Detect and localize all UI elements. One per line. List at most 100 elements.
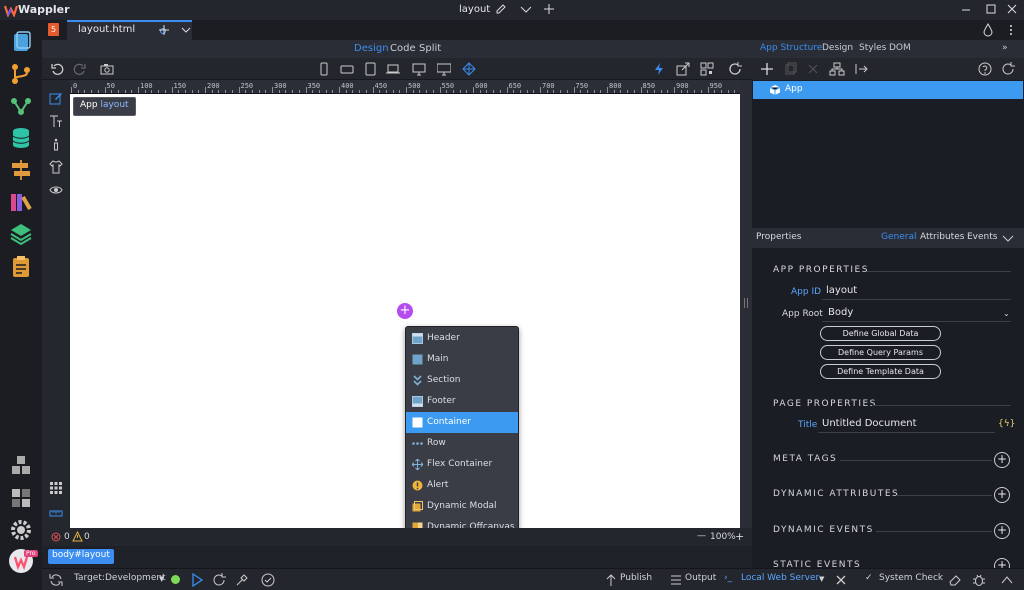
tools-icon[interactable] [235, 573, 249, 587]
project-icon[interactable] [8, 485, 34, 511]
dynamic-data-picker-icon[interactable]: {ϟ} [998, 419, 1015, 429]
warning-count[interactable]: 0 [84, 532, 90, 542]
define-query-params-button[interactable]: Define Query Params [820, 345, 941, 360]
tabs-dropdown-icon[interactable] [179, 23, 193, 37]
menu-item-row[interactable]: Row [406, 433, 518, 454]
prop-tab-general[interactable]: General [881, 232, 916, 242]
maximize-icon[interactable] [984, 2, 1000, 18]
target-select[interactable]: Development [105, 573, 166, 583]
grid-view-icon[interactable] [49, 481, 63, 495]
prop-tab-events[interactable]: Events [967, 232, 997, 242]
copy-icon[interactable] [783, 62, 797, 76]
screenshot-camera-icon[interactable] [100, 62, 114, 76]
layers-icon[interactable] [8, 221, 34, 247]
app-id-field[interactable]: layout [826, 285, 857, 296]
check-circle-icon[interactable] [261, 573, 275, 587]
assets-icon[interactable] [8, 189, 34, 215]
menu-item-flex-container[interactable]: Flex Container [406, 454, 518, 475]
tab-dom[interactable]: DOM [889, 43, 911, 53]
tab-styles[interactable]: Styles [859, 43, 886, 53]
menu-item-dynamic-modal[interactable]: Dynamic Modal [406, 496, 518, 517]
dynamic-events-heading[interactable]: DYNAMIC EVENTS [773, 525, 874, 535]
panel-expand-icon[interactable]: » [1002, 43, 1008, 53]
system-check-button[interactable]: System Check [879, 573, 943, 583]
minimize-icon[interactable] [959, 2, 975, 18]
terminal-icon[interactable]: ›_ [724, 573, 732, 583]
add-static-event-button[interactable]: + [994, 558, 1010, 568]
menu-item-alert[interactable]: Alert [406, 475, 518, 496]
eraser-icon[interactable] [948, 573, 962, 587]
output-button[interactable]: Output [685, 573, 716, 583]
menu-item-section[interactable]: Section [406, 370, 518, 391]
new-tab-icon[interactable] [157, 23, 171, 37]
error-count[interactable]: 0 [64, 532, 70, 542]
color-drop-icon[interactable] [981, 23, 995, 37]
laptop-icon[interactable] [386, 62, 400, 76]
menu-item-footer[interactable]: Footer [406, 391, 518, 412]
zoom-in-button[interactable]: + [735, 530, 744, 543]
local-server-select[interactable]: Local Web Server [741, 573, 819, 583]
sync-icon[interactable] [49, 573, 63, 587]
preview-eye-icon[interactable] [49, 183, 63, 197]
refresh-structure-icon[interactable] [1001, 62, 1015, 76]
lightning-icon[interactable] [652, 62, 666, 76]
chevron-down-icon[interactable] [519, 2, 535, 18]
structure-tree-icon[interactable] [829, 62, 845, 76]
add-meta-tag-button[interactable]: + [994, 452, 1010, 468]
clipboard-icon[interactable] [8, 253, 34, 279]
tab-app-structure[interactable]: App Structure [760, 43, 822, 53]
mode-design[interactable]: Design [354, 43, 389, 54]
help-icon[interactable] [978, 62, 992, 76]
info-icon[interactable] [49, 137, 63, 151]
mode-split[interactable]: Split [419, 43, 441, 54]
title-field[interactable]: Untitled Document [822, 418, 917, 429]
collapse-chevron-icon[interactable] [1002, 232, 1014, 244]
mode-code[interactable]: Code [390, 43, 416, 54]
add-dynamic-event-button[interactable]: + [994, 523, 1010, 539]
routing-icon[interactable] [8, 157, 34, 183]
meta-tags-heading[interactable]: META TAGS [773, 454, 837, 464]
desktop-icon[interactable] [412, 62, 426, 76]
settings-gear-icon[interactable] [8, 517, 34, 543]
delete-icon[interactable] [806, 62, 820, 76]
fit-viewport-icon[interactable] [462, 62, 476, 76]
publish-arrow-icon[interactable] [605, 573, 617, 587]
add-element-icon[interactable] [760, 62, 774, 76]
qr-code-icon[interactable] [700, 62, 714, 76]
output-list-icon[interactable] [670, 574, 682, 586]
server-caret-icon[interactable]: ▼ [819, 575, 824, 583]
tablet-icon[interactable] [363, 62, 377, 76]
edit-icon[interactable] [494, 2, 510, 18]
add-dynamic-attribute-button[interactable]: + [994, 487, 1010, 503]
restart-icon[interactable] [212, 573, 226, 587]
app-root-select[interactable]: Body [828, 307, 853, 318]
tab-design[interactable]: Design [822, 43, 853, 53]
app-root-caret-icon[interactable]: ⌄ [1003, 309, 1010, 318]
new-window-icon[interactable] [542, 2, 558, 18]
workflows-icon[interactable] [8, 93, 34, 119]
menu-item-main[interactable]: Main [406, 349, 518, 370]
tab-layout-html[interactable]: layout.html [67, 20, 192, 40]
static-events-heading[interactable]: STATIC EVENTS [773, 560, 861, 568]
publish-button[interactable]: Publish [620, 573, 652, 583]
zoom-level[interactable]: 100% [710, 532, 736, 542]
define-template-data-button[interactable]: Define Template Data [820, 364, 941, 379]
breadcrumb-body-tag[interactable]: body#layout [48, 549, 114, 564]
close-icon[interactable] [1005, 2, 1021, 18]
database-icon[interactable] [8, 125, 34, 151]
dynamic-attributes-heading[interactable]: DYNAMIC ATTRIBUTES [773, 489, 899, 499]
define-global-data-button[interactable]: Define Global Data [820, 326, 941, 341]
styles-shirt-icon[interactable] [49, 160, 63, 174]
mobile-portrait-icon[interactable] [317, 62, 331, 76]
git-icon[interactable] [8, 61, 34, 87]
add-component-button[interactable]: + [397, 303, 413, 319]
target-caret-icon[interactable]: ▼ [159, 575, 164, 583]
zoom-out-button[interactable]: — [697, 531, 706, 541]
warning-icon[interactable] [72, 531, 83, 542]
move-into-icon[interactable] [854, 62, 868, 76]
typography-icon[interactable] [49, 114, 63, 128]
refresh-icon[interactable] [728, 62, 742, 76]
more-vertical-icon[interactable] [1004, 23, 1018, 37]
edit-pencil-icon[interactable] [49, 91, 63, 105]
open-in-browser-icon[interactable] [676, 62, 690, 76]
